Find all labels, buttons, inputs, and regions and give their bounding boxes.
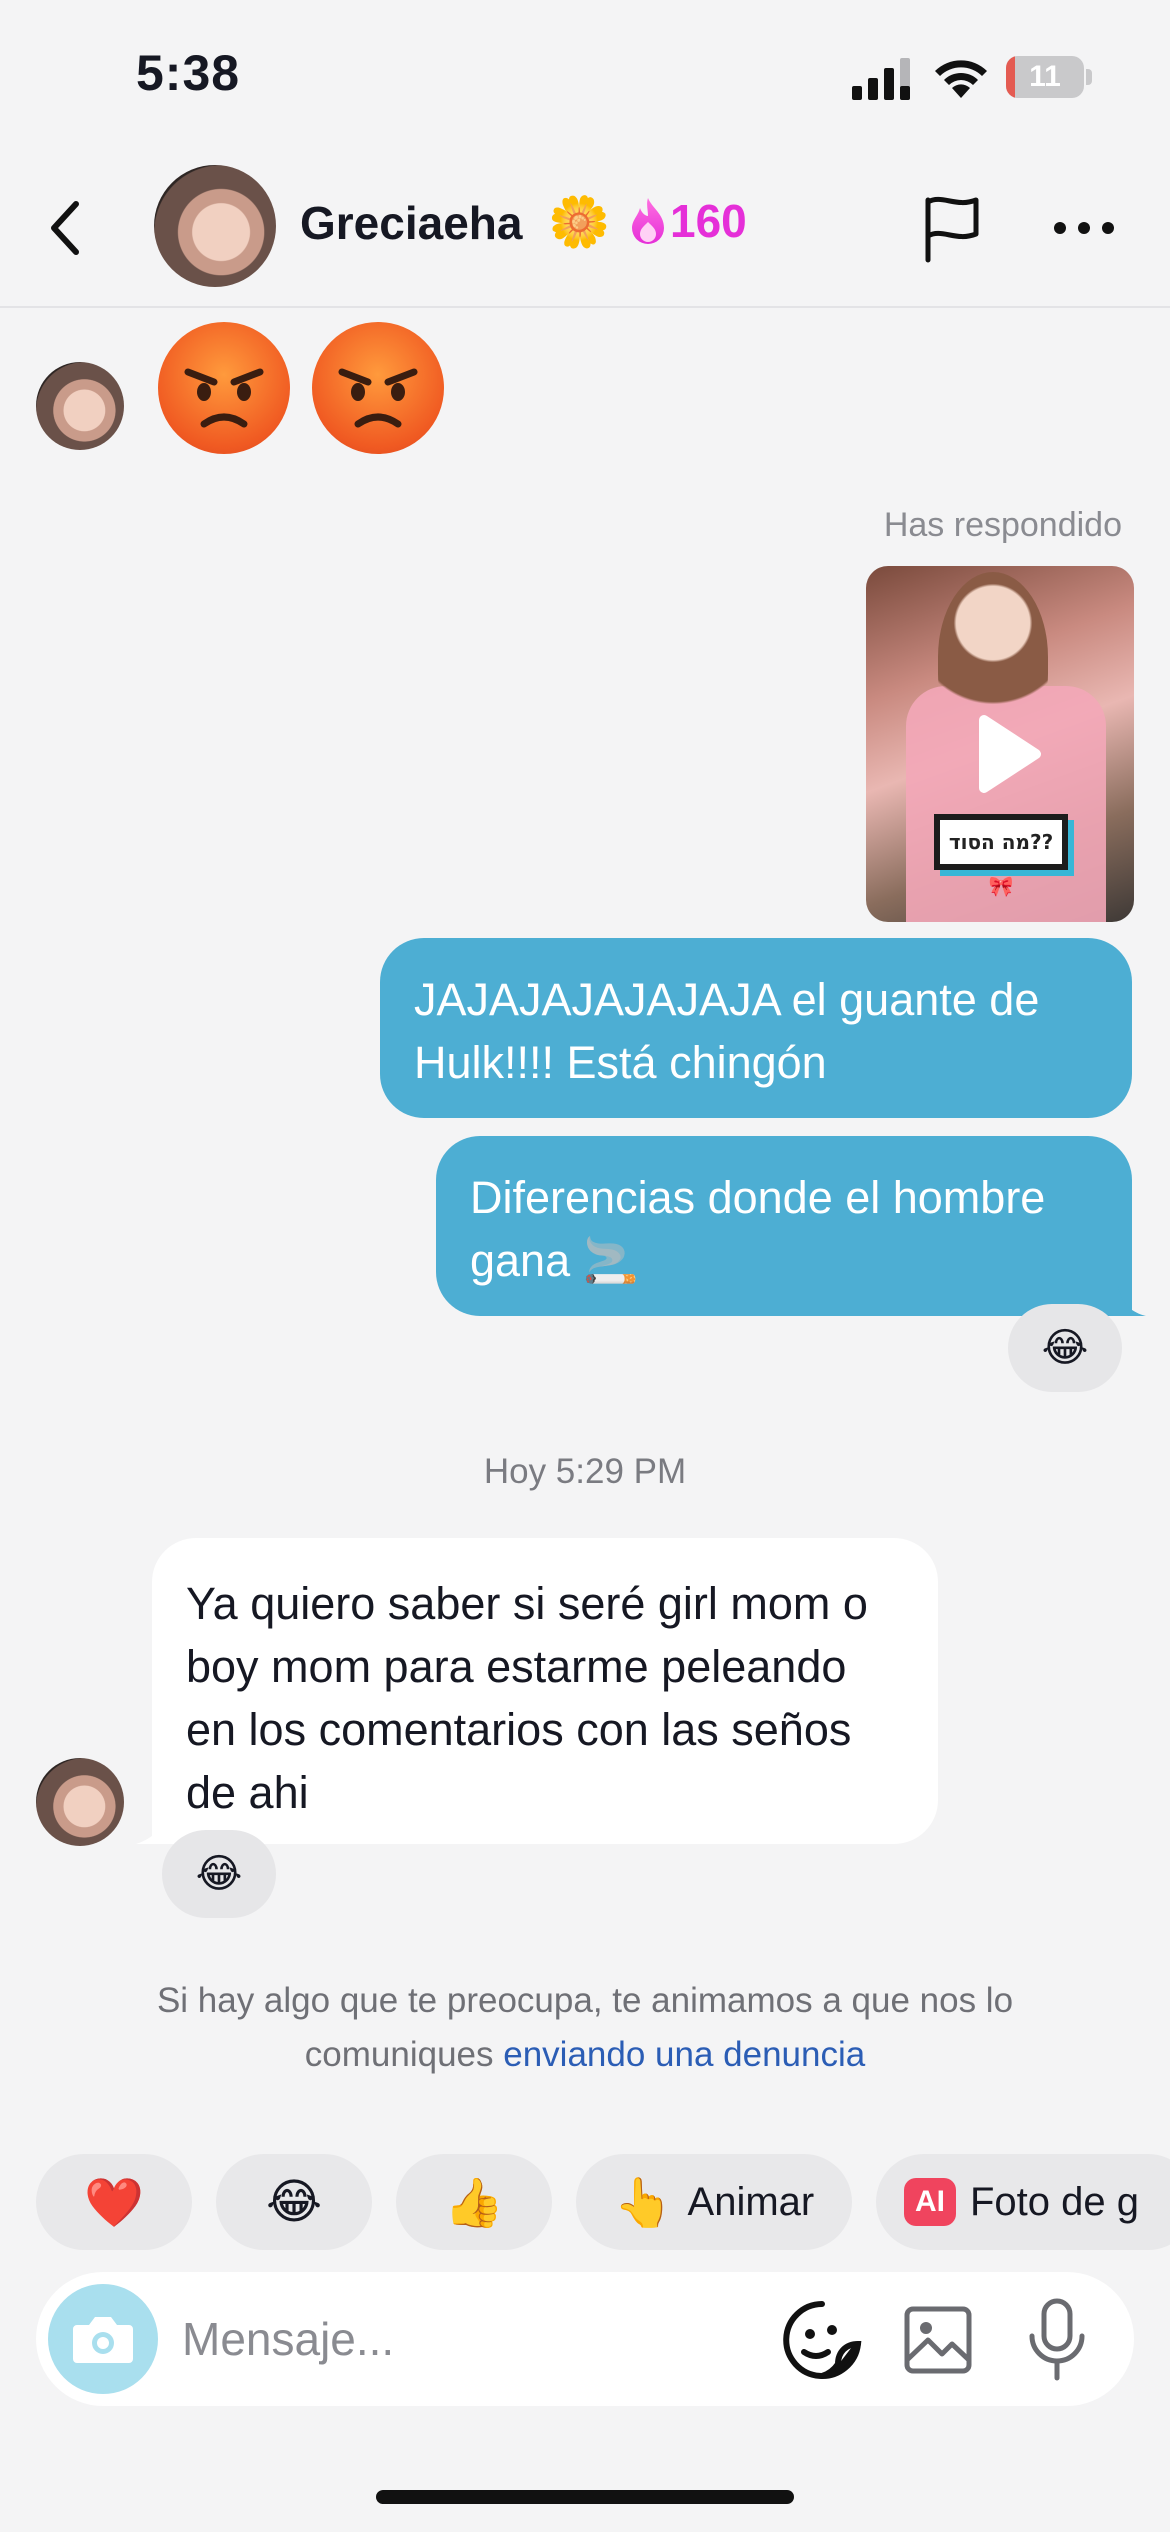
streak-count: 160: [670, 195, 747, 247]
video-thumbnail[interactable]: מה הסוד??🎀: [866, 566, 1134, 922]
message-reaction[interactable]: 😂: [162, 1830, 276, 1918]
battery-icon: 11: [1006, 56, 1092, 98]
wifi-icon: [935, 60, 987, 98]
animar-label: Animar: [687, 2179, 815, 2224]
flame-icon: [632, 198, 664, 244]
sticker-icon[interactable]: [782, 2300, 862, 2380]
pointing-hand-icon: 👆: [613, 2176, 674, 2230]
video-overlay-text: מה הסוד??🎀: [934, 814, 1068, 898]
contact-name[interactable]: Greciaeha: [300, 196, 522, 250]
contact-avatar[interactable]: [154, 165, 276, 287]
message-reaction[interactable]: 😂: [1008, 1304, 1122, 1392]
timestamp: Hoy 5:29 PM: [483, 1452, 687, 1491]
chat-header: Greciaeha 🌼 160: [0, 150, 1170, 308]
back-arrow-icon[interactable]: [44, 198, 88, 258]
image-icon[interactable]: [902, 2304, 974, 2376]
outgoing-message[interactable]: Diferencias donde el hombre gana 🚬: [436, 1136, 1132, 1316]
report-link[interactable]: enviando una denuncia: [503, 2035, 865, 2074]
report-flag-icon[interactable]: [920, 194, 984, 264]
safety-notice: Si hay algo que te preocupa, te animamos…: [140, 1974, 1030, 2082]
quick-reply-laugh[interactable]: 😂: [216, 2154, 372, 2250]
camera-icon: [73, 2317, 133, 2363]
angry-face-icon: [158, 322, 290, 454]
message-composer: [36, 2272, 1134, 2406]
emoji-message[interactable]: [158, 322, 444, 454]
angry-face-icon: [312, 322, 444, 454]
outgoing-message[interactable]: JAJAJAJAJAJAJA el guante de Hulk!!!! Est…: [380, 938, 1132, 1118]
streak-counter: 160: [628, 194, 747, 248]
incoming-message[interactable]: Ya quiero saber si seré girl mom o boy m…: [152, 1538, 938, 1844]
play-icon[interactable]: [956, 706, 1052, 802]
quick-replies: ❤️ 😂 👍 👆 Animar AI Foto de g: [36, 2154, 1170, 2250]
replied-label: Has respondido: [883, 506, 1122, 544]
microphone-icon[interactable]: [1026, 2298, 1088, 2382]
quick-reply-animar[interactable]: 👆 Animar: [576, 2154, 852, 2250]
sender-avatar[interactable]: [36, 362, 124, 450]
home-indicator[interactable]: [376, 2490, 794, 2504]
quick-reply-heart[interactable]: ❤️: [36, 2154, 192, 2250]
flower-badge-icon: 🌼: [548, 194, 611, 250]
sender-avatar[interactable]: [36, 1758, 124, 1846]
cellular-signal-icon: [852, 58, 910, 100]
ai-photo-label: Foto de g: [970, 2179, 1140, 2224]
ai-badge-icon: AI: [904, 2178, 956, 2226]
quick-reply-thumbs-up[interactable]: 👍: [396, 2154, 552, 2250]
more-options-icon[interactable]: [1052, 220, 1116, 236]
bubble-tail: [136, 1806, 166, 1844]
battery-level: 11: [1029, 60, 1061, 93]
bubble-tail: [1118, 1284, 1146, 1316]
camera-button[interactable]: [48, 2284, 158, 2394]
quick-reply-ai-photo[interactable]: AI Foto de g: [876, 2154, 1170, 2250]
status-time: 5:38: [136, 45, 241, 101]
message-input[interactable]: [182, 2306, 742, 2372]
